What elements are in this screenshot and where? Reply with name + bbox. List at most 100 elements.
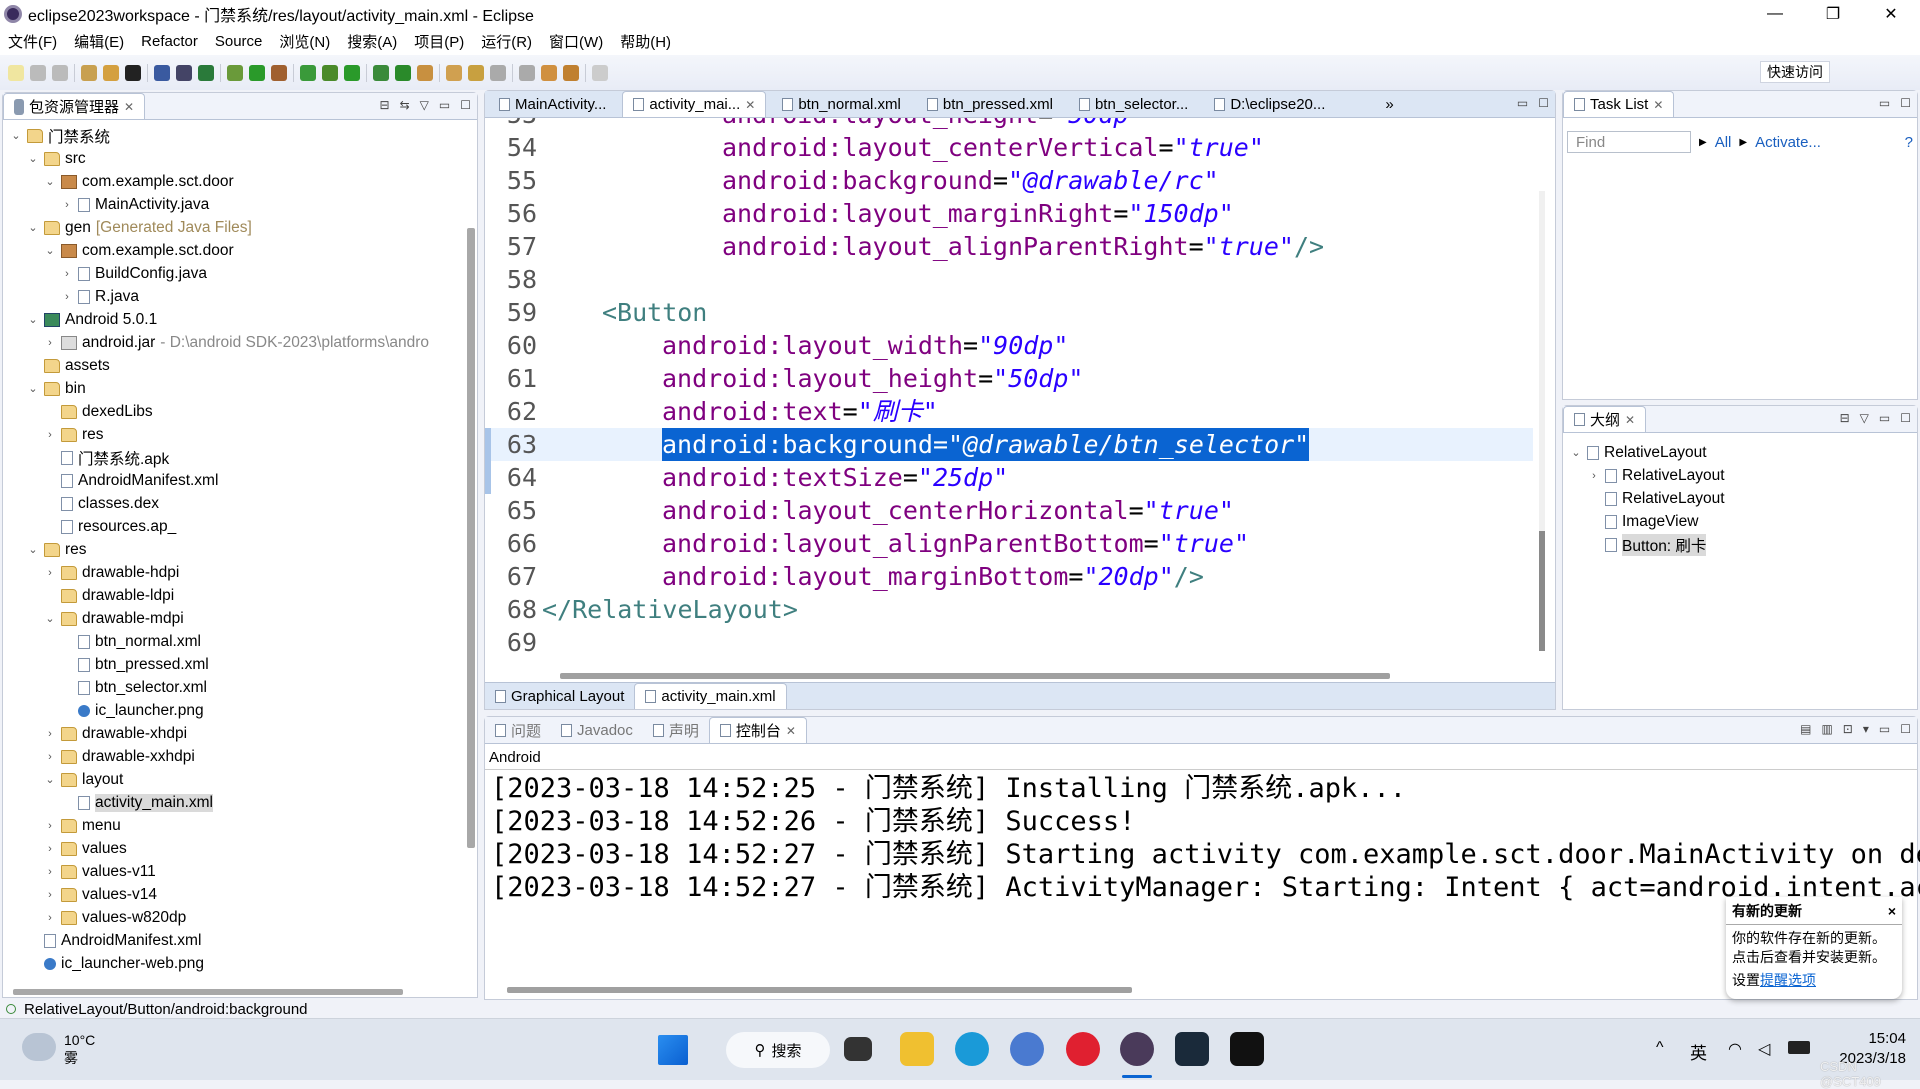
help-icon[interactable]: ? <box>1905 134 1913 151</box>
chevron-right-icon[interactable]: › <box>43 751 57 763</box>
find-input[interactable]: Find <box>1567 131 1691 153</box>
nox-icon[interactable] <box>1175 1032 1209 1066</box>
maximize-icon[interactable]: ☐ <box>1900 96 1911 110</box>
horizontal-scrollbar[interactable] <box>507 987 1132 993</box>
chevron-right-icon[interactable]: › <box>43 337 57 349</box>
tree-item[interactable]: 门禁系统.apk <box>43 446 169 469</box>
minimize-icon[interactable]: ▭ <box>1879 411 1890 425</box>
chevron-down-icon[interactable]: ⌄ <box>9 129 23 142</box>
tree-item[interactable]: › values-v11 <box>43 860 156 883</box>
maximize-icon[interactable]: ☐ <box>460 98 471 112</box>
chevron-down-icon[interactable]: ⌄ <box>26 152 40 165</box>
editor-mode-tab[interactable]: activity_main.xml <box>634 683 787 709</box>
tree-item[interactable]: ⌄ layout <box>43 768 123 791</box>
tree-item[interactable]: › drawable-hdpi <box>43 561 179 584</box>
vertical-scrollbar[interactable] <box>1539 191 1545 651</box>
toolbar-button[interactable] <box>249 64 265 81</box>
tab-package-explorer[interactable]: 包资源管理器 ✕ <box>3 93 146 119</box>
menu-item[interactable]: 文件(F) <box>8 31 57 52</box>
toolbar-button[interactable] <box>103 64 119 81</box>
tree-item[interactable]: › BuildConfig.java <box>60 262 207 285</box>
pin-console-icon[interactable]: ⊡ <box>1843 722 1853 736</box>
horizontal-scrollbar[interactable] <box>560 673 1390 679</box>
code-editor[interactable]: 53android:layout_height="50dp"54android:… <box>485 118 1555 661</box>
toolbar-button[interactable] <box>592 64 608 81</box>
start-button[interactable] <box>658 1035 688 1065</box>
chevron-right-icon[interactable]: › <box>43 866 57 878</box>
minimize-icon[interactable]: ▭ <box>1879 96 1890 110</box>
tree-item[interactable]: assets <box>26 354 110 377</box>
quick-access-input[interactable]: 快速访问 <box>1760 61 1830 83</box>
task-view-icon[interactable] <box>844 1037 872 1061</box>
toolbar-button[interactable] <box>541 64 557 81</box>
chevron-down-icon[interactable]: ⌄ <box>26 382 40 395</box>
chevron-down-icon[interactable]: ⌄ <box>26 543 40 556</box>
editor-tab[interactable]: MainActivity... <box>489 91 616 117</box>
toolbar-button[interactable] <box>125 64 141 81</box>
toolbar-button[interactable] <box>322 64 338 81</box>
tree-item[interactable]: ⌄ drawable-mdpi <box>43 607 183 630</box>
chevron-right-icon[interactable]: › <box>43 889 57 901</box>
tree-item[interactable]: ⌄ com.example.sct.door <box>43 239 233 262</box>
horizontal-scrollbar[interactable] <box>13 989 403 995</box>
close-icon[interactable]: ✕ <box>1625 413 1635 427</box>
tree-item[interactable]: classes.dex <box>43 492 159 515</box>
chevron-right-icon[interactable]: › <box>43 728 57 740</box>
battery-icon[interactable] <box>1788 1041 1810 1054</box>
chevron-right-icon[interactable]: › <box>43 843 57 855</box>
tree-item[interactable]: ⌄ res <box>26 538 86 561</box>
terminal-icon[interactable] <box>1230 1032 1264 1066</box>
menu-item[interactable]: 窗口(W) <box>549 31 603 52</box>
tree-item[interactable]: › menu <box>43 814 121 837</box>
volume-icon[interactable]: ◁ <box>1758 1039 1770 1059</box>
close-icon[interactable]: ✕ <box>745 98 755 112</box>
notification-close-button[interactable]: × <box>1888 903 1896 919</box>
update-notification[interactable]: 有新的更新 × 你的软件存在新的更新。 点击后查看并安装更新。 设置提醒选项 <box>1726 897 1902 999</box>
toolbar-button[interactable] <box>30 64 46 81</box>
restore-button[interactable]: ❐ <box>1804 0 1862 28</box>
outline-item[interactable]: RelativeLayout <box>1587 487 1725 510</box>
tab-outline[interactable]: 大纲 ✕ <box>1563 406 1647 432</box>
editor-tab[interactable]: activity_mai... ✕ <box>622 91 767 117</box>
wifi-icon[interactable]: ◠ <box>1728 1039 1742 1059</box>
tree-item[interactable]: ⌄ src <box>26 147 85 170</box>
chevron-right-icon[interactable]: › <box>43 820 57 832</box>
toolbar-button[interactable] <box>490 64 506 81</box>
reminder-options-link[interactable]: 提醒选项 <box>1760 972 1816 988</box>
close-icon[interactable]: ✕ <box>1653 98 1663 112</box>
toolbar-button[interactable] <box>563 64 579 81</box>
maximize-icon[interactable]: ☐ <box>1900 411 1911 425</box>
collapse-all-icon[interactable]: ⊟ <box>380 98 390 112</box>
toolbar-button[interactable] <box>446 64 462 81</box>
toolbar-button[interactable] <box>395 64 411 81</box>
toolbar-button[interactable] <box>468 64 484 81</box>
tray-overflow-icon[interactable]: ^ <box>1656 1039 1664 1057</box>
weather-widget[interactable]: 10°C 雾 <box>64 1031 95 1067</box>
tree-item[interactable]: ⌄ Android 5.0.1 <box>26 308 157 331</box>
maximize-icon[interactable]: ☐ <box>1538 96 1549 110</box>
chevron-down-icon[interactable]: ⌄ <box>43 244 57 257</box>
chevron-right-icon[interactable]: › <box>43 567 57 579</box>
console-tab[interactable]: Javadoc <box>551 717 643 743</box>
chevron-down-icon[interactable]: ⌄ <box>1569 446 1583 459</box>
menu-item[interactable]: 项目(P) <box>414 31 464 52</box>
tree-item[interactable]: ic_launcher.png <box>60 699 204 722</box>
scroll-lock-icon[interactable]: ▥ <box>1821 722 1832 736</box>
outline-item[interactable]: Button: 刷卡 <box>1587 533 1707 556</box>
link-editor-icon[interactable]: ⇆ <box>400 98 410 112</box>
close-icon[interactable]: ✕ <box>786 724 796 738</box>
minimize-button[interactable]: — <box>1746 0 1804 28</box>
vertical-scrollbar[interactable] <box>467 228 475 848</box>
menu-item[interactable]: 帮助(H) <box>620 31 671 52</box>
close-button[interactable]: ✕ <box>1862 0 1920 28</box>
menu-item[interactable]: 浏览(N) <box>279 31 330 52</box>
view-menu-icon[interactable]: ▽ <box>1860 411 1869 425</box>
tree-item[interactable]: dexedLibs <box>43 400 153 423</box>
outline-item[interactable]: ImageView <box>1587 510 1698 533</box>
editor-tab[interactable]: D:\eclipse20... <box>1204 91 1335 117</box>
tree-item[interactable]: ⌄ com.example.sct.door <box>43 170 233 193</box>
minimize-icon[interactable]: ▭ <box>1879 722 1890 736</box>
view-menu-icon[interactable]: ▽ <box>420 98 429 112</box>
edge-icon[interactable] <box>955 1032 989 1066</box>
activate-link[interactable]: Activate... <box>1755 134 1821 151</box>
